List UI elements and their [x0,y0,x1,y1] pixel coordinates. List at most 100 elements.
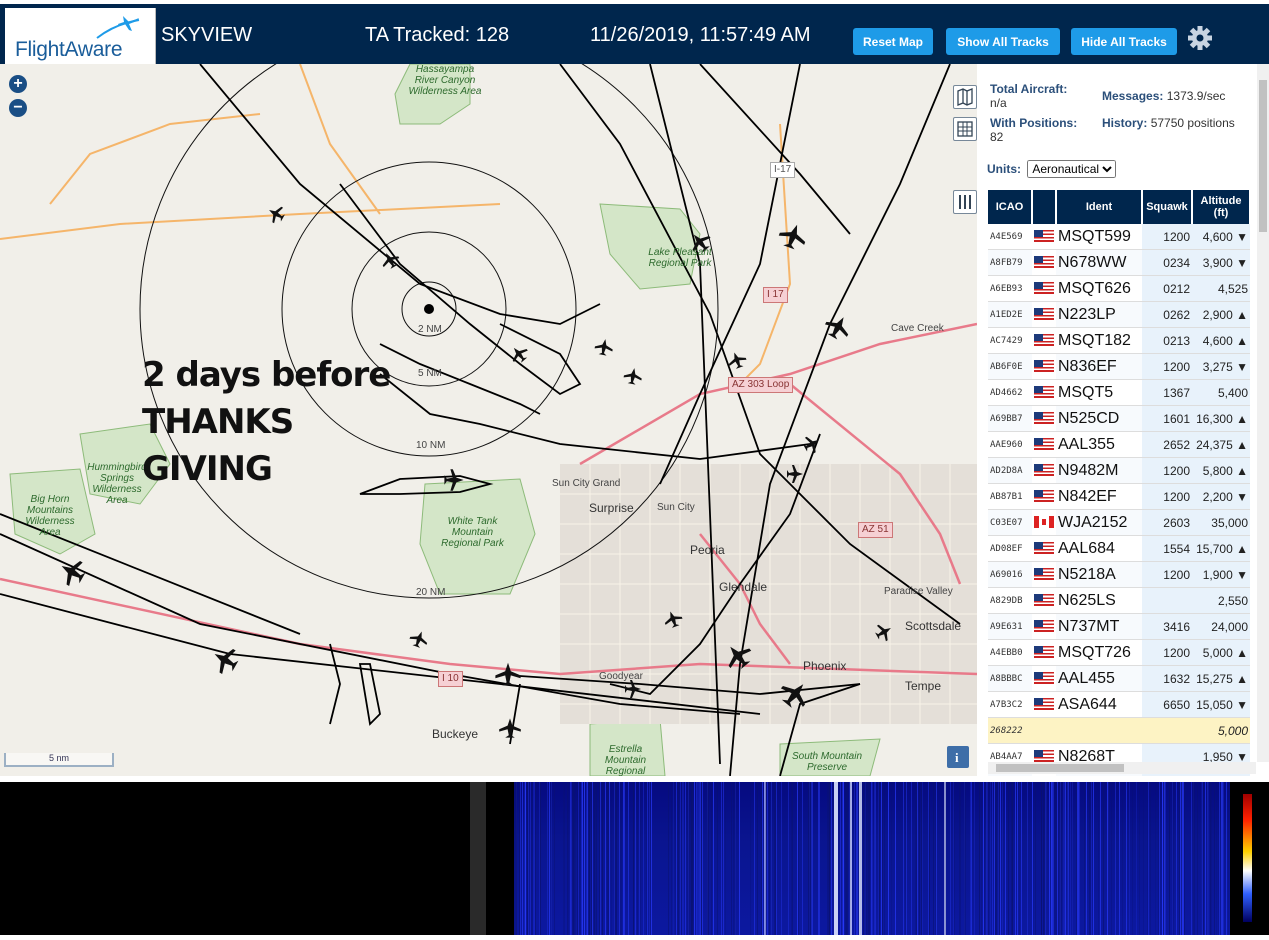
altitude-cell: 15,275 ▲ [1192,665,1250,692]
col-header-ident[interactable]: Ident [1056,190,1143,224]
us-flag-icon [1034,230,1054,243]
scrollbar-thumb[interactable] [1259,80,1267,232]
settings-gear-icon[interactable] [1186,24,1214,52]
us-flag-icon [1034,568,1054,581]
flightaware-logo[interactable]: FlightAware [5,8,156,68]
aircraft-row[interactable]: A7B3C2 ASA644 6650 15,050 ▼ [988,691,1250,718]
col-header-flag[interactable] [1032,190,1057,224]
us-flag-icon [1034,542,1054,555]
place-label: Paradise Valley [884,586,953,597]
reset-map-button[interactable]: Reset Map [853,28,933,55]
ident-cell: N9482M [1056,457,1142,484]
col-header-altitude[interactable]: Altitude (ft) [1192,190,1251,224]
ident-cell: N223LP [1056,301,1142,328]
place-label: Scottsdale [905,619,962,633]
app-title: SKYVIEW [161,24,253,46]
place-label: Tempe [905,679,942,693]
aircraft-row[interactable]: A1ED2E N223LP 0262 2,900 ▲ [988,301,1250,328]
place-label: Buckeye [432,727,479,741]
squawk-cell: 1200 [1142,483,1192,510]
park-label: White Tank Mountain Regional Park [441,516,504,549]
zoom-out-button[interactable]: − [9,99,27,117]
panel-horizontal-scrollbar[interactable] [988,762,1256,774]
ident-cell: WJA2152 [1056,509,1142,536]
aircraft-table-body: A4E569 MSQT599 1200 4,600 ▼ A8FB79 N678WW 0234… [988,224,1250,776]
ident-cell: N836EF [1056,353,1142,380]
icao-cell: AD2D8A [988,457,1032,484]
icao-cell: A4EBB0 [988,639,1032,666]
squawk-cell [1142,587,1192,614]
us-flag-icon [1034,464,1054,477]
us-flag-icon [1034,594,1054,607]
aircraft-row[interactable]: AC7429 MSQT182 0213 4,600 ▲ [988,327,1250,354]
altitude-cell: 4,525 [1192,275,1250,302]
ident-cell: N525CD [1056,405,1142,432]
icao-cell: A8BBBC [988,665,1032,692]
scrollbar-thumb[interactable] [996,764,1124,772]
aircraft-row[interactable]: C03E07 WJA2152 2603 35,000 [988,509,1250,536]
icao-cell: A69BB7 [988,405,1032,432]
range-ring-label: 10 NM [416,440,446,451]
grid-toggle-icon[interactable] [953,117,977,141]
us-flag-icon [1034,438,1054,451]
aircraft-row[interactable]: AD4662 MSQT5 1367 5,400 [988,379,1250,406]
us-flag-icon [1034,620,1054,633]
altitude-cell: 5,400 [1192,379,1250,406]
range-ring-label: 2 NM [418,324,442,335]
aircraft-row[interactable]: AB6F0E N836EF 1200 3,275 ▼ [988,353,1250,380]
annotation-line: GIVING [142,449,273,489]
aircraft-row[interactable]: AD2D8A N9482M 1200 5,800 ▲ [988,457,1250,484]
aircraft-row[interactable]: A4E569 MSQT599 1200 4,600 ▼ [988,224,1250,250]
col-header-squawk[interactable]: Squawk [1142,190,1193,224]
columns-toggle-icon[interactable] [953,190,977,214]
ident-cell: MSQT626 [1056,275,1142,302]
aircraft-row[interactable]: A8BBBC AAL455 1632 15,275 ▲ [988,665,1250,692]
zoom-in-button[interactable]: + [9,75,27,93]
flag-cell [1032,275,1056,302]
annotation-line: 2 days before [142,355,391,395]
col-header-icao[interactable]: ICAO [988,190,1033,224]
aircraft-row[interactable]: AB87B1 N842EF 1200 2,200 ▼ [988,483,1250,510]
altitude-cell: 15,050 ▼ [1192,691,1250,718]
flag-cell [1032,717,1056,744]
squawk-cell [1142,717,1192,744]
aircraft-row[interactable]: A69016 N5218A 1200 1,900 ▼ [988,561,1250,588]
aircraft-row[interactable]: A829DB N625LS 2,550 [988,587,1250,614]
aircraft-row[interactable]: A9E631 N737MT 3416 24,000 [988,613,1250,640]
flag-cell [1032,535,1056,562]
panel-vertical-scrollbar[interactable] [1257,64,1269,762]
with-positions-stat: With Positions: 82 [990,116,1077,144]
with-positions-value: 82 [990,130,1004,144]
highway-shield: I 17 [763,287,788,303]
flag-cell [1032,691,1056,718]
aircraft-row[interactable]: A8FB79 N678WW 0234 3,900 ▼ [988,249,1250,276]
units-select[interactable]: Aeronautical [1027,160,1117,178]
info-icon[interactable]: i [947,746,969,768]
ident-cell: N5218A [1056,561,1142,588]
flag-cell [1032,431,1056,458]
squawk-cell: 3416 [1142,613,1192,640]
aircraft-row[interactable]: AAE960 AAL355 2652 24,375 ▲ [988,431,1250,458]
altitude-cell: 4,600 ▼ [1192,224,1250,250]
altitude-cell: 3,900 ▼ [1192,249,1250,276]
map-layers-icon[interactable] [953,85,977,109]
flag-cell [1032,249,1056,276]
aircraft-panel: Total Aircraft: n/a Messages: 1373.9/sec… [977,64,1269,776]
hide-all-tracks-button[interactable]: Hide All Tracks [1071,28,1177,55]
aircraft-row[interactable]: A69BB7 N525CD 1601 16,300 ▲ [988,405,1250,432]
squawk-cell: 1200 [1142,457,1192,484]
map-view[interactable]: + − i 2 NM 5 NM 10 NM 20 NM Cave Creek S… [0,64,977,776]
map-scale-bar: 5 nm [4,753,114,767]
show-all-tracks-button[interactable]: Show All Tracks [946,28,1060,55]
aircraft-row[interactable]: A6EB93 MSQT626 0212 4,525 [988,275,1250,302]
squawk-cell: 6650 [1142,691,1192,718]
flag-cell [1032,457,1056,484]
icao-cell: AD4662 [988,379,1032,406]
aircraft-row[interactable]: 268222 5,000 [988,717,1250,744]
icao-cell: AB87B1 [988,483,1032,510]
aircraft-row[interactable]: A4EBB0 MSQT726 1200 5,000 ▲ [988,639,1250,666]
table-header-row: ICAO Ident Squawk Altitude (ft) [988,190,1251,224]
flag-cell [1032,327,1056,354]
aircraft-table: ICAO Ident Squawk Altitude (ft) A4E569 MS… [988,190,1251,776]
aircraft-row[interactable]: AD08EF AAL684 1554 15,700 ▲ [988,535,1250,562]
